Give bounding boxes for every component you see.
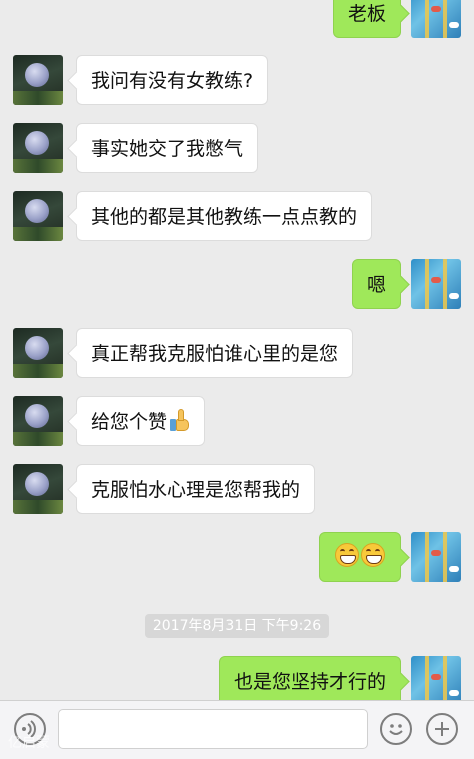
message-row: 嗯 (0, 259, 474, 319)
message-text: 我问有没有女教练? (91, 70, 254, 92)
message-row (0, 532, 474, 592)
message-row: 也是您坚持才行的 (0, 656, 474, 700)
message-bubble[interactable]: 真正帮我克服怕谁心里的是您 (76, 328, 354, 378)
message-bubble[interactable]: 其他的都是其他教练一点点教的 (76, 191, 373, 241)
my-avatar[interactable] (411, 532, 461, 582)
message-text: 老板 (347, 3, 386, 25)
my-avatar[interactable] (411, 0, 461, 38)
message-bubble[interactable]: 给您个赞 (76, 396, 206, 446)
message-row: 真正帮我克服怕谁心里的是您 (0, 328, 474, 388)
contact-avatar[interactable] (13, 396, 63, 446)
message-text: 真正帮我克服怕谁心里的是您 (91, 343, 339, 365)
smiley-icon (389, 724, 403, 735)
grin-emoji-icon (361, 543, 385, 567)
message-bubble[interactable]: 老板 (332, 0, 401, 38)
message-text: 给您个赞 (91, 411, 168, 433)
plus-icon (435, 722, 449, 736)
message-row: 给您个赞 (0, 396, 474, 456)
timestamp-text: 2017年8月31日 下午9:26 (144, 614, 330, 638)
message-bubble[interactable] (319, 532, 401, 582)
message-text: 嗯 (366, 274, 386, 296)
grin-emoji-icon (335, 543, 359, 567)
message-row: 我问有没有女教练? (0, 55, 474, 115)
more-button[interactable] (426, 713, 458, 745)
contact-avatar[interactable] (13, 55, 63, 105)
message-bubble[interactable]: 嗯 (351, 259, 401, 309)
message-input[interactable] (58, 709, 368, 749)
message-row: 其他的都是其他教练一点点教的 (0, 191, 474, 251)
input-bar (0, 700, 474, 759)
message-row: 克服怕水心理是您帮我的 (0, 464, 474, 524)
timestamp: 2017年8月31日 下午9:26 (0, 614, 474, 640)
my-avatar[interactable] (411, 259, 461, 309)
message-row: 事实她交了我憋气 (0, 123, 474, 183)
message-text: 事实她交了我憋气 (91, 138, 244, 160)
message-text: 克服怕水心理是您帮我的 (91, 479, 301, 501)
message-text: 也是您坚持才行的 (233, 671, 386, 693)
chat-area: 老板 我问有没有女教练? 事实她交了我憋气 其他的都是其他教练一点点教的 嗯 真… (0, 0, 474, 700)
my-avatar[interactable] (411, 656, 461, 700)
emoji-button[interactable] (380, 713, 412, 745)
message-bubble[interactable]: 克服怕水心理是您帮我的 (76, 464, 316, 514)
contact-avatar[interactable] (13, 123, 63, 173)
contact-avatar[interactable] (13, 328, 63, 378)
message-bubble[interactable]: 也是您坚持才行的 (218, 656, 401, 700)
watermark: 亿启蒙 (8, 735, 50, 751)
message-row: 老板 (0, 0, 474, 48)
contact-avatar[interactable] (13, 191, 63, 241)
message-bubble[interactable]: 事实她交了我憋气 (76, 123, 259, 173)
thumbs-up-icon (170, 409, 190, 431)
message-text: 其他的都是其他教练一点点教的 (91, 206, 358, 228)
message-bubble[interactable]: 我问有没有女教练? (76, 55, 269, 105)
contact-avatar[interactable] (13, 464, 63, 514)
